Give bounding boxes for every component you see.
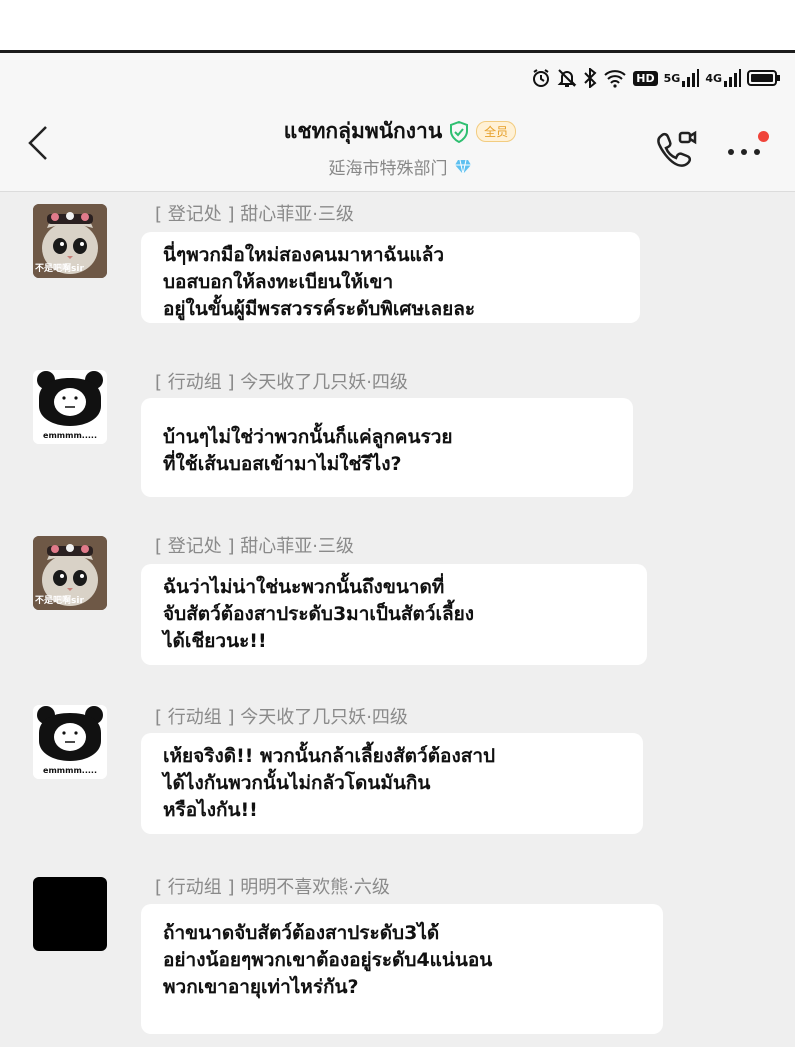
message-line: ได้เชียวนะ!! [163, 630, 267, 652]
message-bubble[interactable]: ถ้าขนาดจับสัตว์ต้องสาประดับ3ได้ อย่างน้อ… [141, 904, 663, 1034]
sender-name: [ 登记处 ] 甜心菲亚·三级 [155, 204, 354, 225]
verified-shield-icon [448, 120, 470, 143]
chat-subtitle: 延海市特殊部门 [328, 159, 448, 179]
message-line: อยู่ในขั้นผู้มีพรสวรรค์ระดับพิเศษเลยละ [163, 298, 476, 320]
message-line: ฉันว่าไม่น่าใช่นะพวกนั้นถึงขนาดที่ [163, 576, 445, 598]
message-line: จับสัตว์ต้องสาประดับ3มาเป็นสัตว์เลี้ยง [163, 603, 475, 625]
video-call-button[interactable] [655, 129, 699, 169]
more-options-button[interactable] [722, 129, 772, 169]
message-line: เห้ยจริงดิ!! พวกนั้นกล้าเลี้ยงสัตว์ต้องส… [163, 745, 496, 767]
message-bubble[interactable]: ฉันว่าไม่น่าใช่นะพวกนั้นถึงขนาดที่ จับสั… [141, 564, 647, 665]
phone-camera-icon [657, 130, 697, 167]
message-line: อย่างน้อยๆพวกเขาต้องอยู่ระดับ4แน่นอน [163, 949, 493, 971]
message-line: ถ้าขนาดจับสัตว์ต้องสาประดับ3ได้ [163, 922, 440, 944]
more-dots-icon [728, 149, 760, 155]
avatar-caption: emmmm..... [43, 766, 97, 775]
chat-title-block: แชทกลุ่มพนักงาน 全员 延海市特殊部门 [200, 115, 600, 179]
message-line: บอสบอกให้ลงทะเบียนให้เขา [163, 271, 394, 293]
cat-avatar[interactable]: 不是吧啊sir [33, 204, 107, 278]
sender-name: [ 行动组 ] 今天收了几只妖·四级 [155, 372, 408, 393]
message-bubble[interactable]: เห้ยจริงดิ!! พวกนั้นกล้าเลี้ยงสัตว์ต้องส… [141, 733, 643, 834]
signal-5g-label: 5G [663, 71, 681, 85]
avatar-caption: 不是吧啊sir [35, 596, 84, 606]
signal-4g-label: 4G [705, 71, 722, 85]
panda-avatar[interactable]: emmmm..... [33, 705, 107, 779]
back-button[interactable] [18, 123, 58, 163]
message-line: หรือไงกัน!! [163, 799, 258, 821]
message-bubble[interactable]: บ้านๆไม่ใช่ว่าพวกนั้นก็แค่ลูกคนรวย ที่ใช… [141, 398, 633, 497]
hd-icon: HD [633, 70, 658, 86]
message-line: ที่ใช้เส้นบอสเข้ามาไม่ใช่รึไง? [163, 453, 402, 475]
avatar-caption: emmmm..... [43, 431, 97, 440]
chat-header: แชทกลุ่มพนักงาน 全员 延海市特殊部门 [0, 103, 795, 192]
signal-4g-icon: 4G [705, 69, 741, 87]
top-margin [0, 0, 795, 50]
bluetooth-icon [583, 68, 597, 88]
message-line: บ้านๆไม่ใช่ว่าพวกนั้นก็แค่ลูกคนรวย [163, 426, 453, 448]
sender-name: [ 登记处 ] 甜心菲亚·三级 [155, 536, 354, 557]
mute-bell-icon [557, 68, 577, 88]
signal-5g-icon: 5G [664, 69, 700, 87]
cat-avatar[interactable]: 不是吧啊sir [33, 536, 107, 610]
chat-title-row: แชทกลุ่มพนักงาน 全员 [283, 115, 517, 148]
status-icons: HD 5G 4G [531, 65, 781, 91]
chat-subtitle-row: 延海市特殊部门 [329, 154, 472, 179]
panda-avatar[interactable]: emmmm..... [33, 370, 107, 444]
sender-name: [ 行动组 ] 明明不喜欢熊·六级 [155, 877, 390, 898]
sender-name: [ 行动组 ] 今天收了几只妖·四级 [155, 707, 408, 728]
chevron-left-icon [28, 126, 47, 160]
message-bubble[interactable]: นี่ๆพวกมือใหม่สองคนมาหาฉันแล้ว บอสบอกให้… [141, 232, 640, 323]
notification-dot [758, 131, 769, 142]
black-avatar[interactable] [33, 877, 107, 951]
message-line: พวกเขาอายุเท่าไหร่กัน? [163, 976, 359, 998]
phone-screen: HD 5G 4G แชทกลุ่มพนักงาน 全员 延海市特殊部门 不是吧啊… [0, 53, 795, 1047]
message-line: ได้ไงกันพวกนั้นไม่กลัวโดนมันกิน [163, 772, 431, 794]
alarm-icon [531, 68, 551, 88]
wifi-icon [603, 68, 627, 88]
avatar-caption: 不是吧啊sir [35, 264, 84, 274]
battery-icon [747, 69, 781, 87]
chat-title: แชทกลุ่มพนักงาน [283, 119, 443, 143]
status-bar: HD 5G 4G [0, 53, 795, 103]
all-members-badge: 全员 [476, 121, 517, 142]
message-line: นี่ๆพวกมือใหม่สองคนมาหาฉันแล้ว [163, 244, 445, 266]
diamond-icon [454, 159, 472, 175]
